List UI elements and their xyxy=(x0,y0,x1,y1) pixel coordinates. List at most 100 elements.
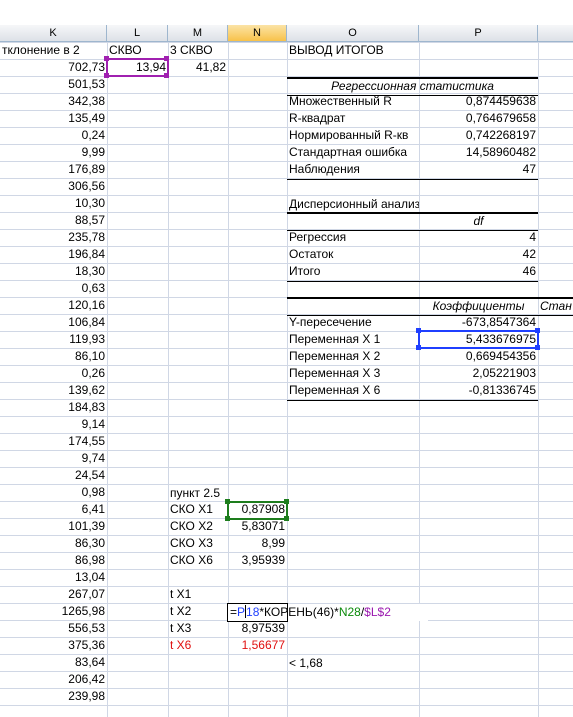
cell-k-value[interactable]: 119,93 xyxy=(0,331,107,348)
t-value[interactable]: 1,56677 xyxy=(228,637,287,654)
range-handle[interactable] xyxy=(104,73,109,78)
cell-k-value[interactable]: 184,83 xyxy=(0,399,107,416)
coef-value[interactable]: -673,8547364 xyxy=(419,314,538,331)
cell-k-value[interactable]: 235,78 xyxy=(0,229,107,246)
cell-k-value[interactable]: 101,39 xyxy=(0,518,107,535)
cell-k-value[interactable]: 106,84 xyxy=(0,314,107,331)
cell-k-value[interactable]: 196,84 xyxy=(0,246,107,263)
range-handle[interactable] xyxy=(535,328,540,333)
anova-label[interactable]: Итого xyxy=(287,263,419,280)
cell-k-value[interactable]: 267,07 xyxy=(0,586,107,603)
cell-k-value[interactable]: 9,99 xyxy=(0,144,107,161)
column-header-n[interactable]: N xyxy=(228,25,287,42)
stat-label[interactable]: Наблюдения xyxy=(287,161,419,178)
cell-k-value[interactable]: 306,56 xyxy=(0,178,107,195)
cell-k-value[interactable]: 88,57 xyxy=(0,212,107,229)
sko-value[interactable]: 5,83071 xyxy=(228,518,287,535)
coef-label[interactable]: Переменная X 1 xyxy=(287,331,419,348)
stat-label[interactable]: R-квадрат xyxy=(287,110,419,127)
range-handle[interactable] xyxy=(164,73,169,78)
t-label[interactable]: t X6 xyxy=(168,637,228,654)
stat-value[interactable]: 47 xyxy=(419,161,538,178)
stat-value[interactable]: 0,742268197 xyxy=(419,127,538,144)
cell-k-value[interactable]: 139,62 xyxy=(0,382,107,399)
stat-value[interactable]: 0,874459638 xyxy=(419,93,538,110)
column-header-k[interactable]: K xyxy=(0,25,107,42)
coef-value[interactable]: 0,669454356 xyxy=(419,348,538,365)
cell-k-value[interactable]: 86,10 xyxy=(0,348,107,365)
cell-m-3skvo-value[interactable]: 41,82 xyxy=(168,59,228,76)
cell-k-value[interactable]: 9,74 xyxy=(0,450,107,467)
cell-k-value[interactable]: 174,55 xyxy=(0,433,107,450)
cell-k-value[interactable]: 83,64 xyxy=(0,654,107,671)
cell-k-value[interactable]: 1265,98 xyxy=(0,603,107,620)
range-handle[interactable] xyxy=(225,516,230,521)
sko-label[interactable]: СКО X6 xyxy=(168,552,228,569)
stat-value[interactable]: 0,764679658 xyxy=(419,110,538,127)
cell-k-value[interactable]: 556,53 xyxy=(0,620,107,637)
anova-value[interactable]: 46 xyxy=(419,263,538,280)
range-handle[interactable] xyxy=(416,345,421,350)
range-handle[interactable] xyxy=(104,56,109,61)
range-handle[interactable] xyxy=(164,56,169,61)
cell-l-header[interactable]: СКВО xyxy=(107,42,168,59)
cell-k-header[interactable]: тклонение в 2 xyxy=(0,42,107,59)
cell-k-value[interactable]: 239,98 xyxy=(0,688,107,705)
cell-o-summary-title[interactable]: ВЫВОД ИТОГОВ xyxy=(287,42,419,59)
coef-label[interactable]: Y-пересечение xyxy=(287,314,419,331)
cell-k-value[interactable]: 86,30 xyxy=(0,535,107,552)
cell-k-value[interactable]: 702,73 xyxy=(0,59,107,76)
coef-label[interactable]: Переменная X 2 xyxy=(287,348,419,365)
range-handle[interactable] xyxy=(535,345,540,350)
cell-k-value[interactable]: 342,38 xyxy=(0,93,107,110)
stat-label[interactable]: Стандартная ошибка xyxy=(287,144,419,161)
cell-k-value[interactable]: 0,26 xyxy=(0,365,107,382)
column-header-q[interactable] xyxy=(538,25,573,42)
range-handle[interactable] xyxy=(416,328,421,333)
coef-header[interactable]: Коэффициенты xyxy=(419,298,538,315)
t-label[interactable]: t X3 xyxy=(168,620,228,637)
sko-label[interactable]: СКО X3 xyxy=(168,535,228,552)
coef-label[interactable]: Переменная X 6 xyxy=(287,382,419,399)
cell-k-value[interactable]: 6,41 xyxy=(0,501,107,518)
coef-label[interactable]: Переменная X 3 xyxy=(287,365,419,382)
stat-value[interactable]: 14,58960482 xyxy=(419,144,538,161)
cell-k-value[interactable]: 0,24 xyxy=(0,127,107,144)
anova-title[interactable]: Дисперсионный анализ xyxy=(287,196,419,213)
cell-k-value[interactable]: 24,54 xyxy=(0,467,107,484)
column-header-m[interactable]: M xyxy=(168,25,228,42)
range-handle[interactable] xyxy=(225,499,230,504)
column-header-l[interactable]: L xyxy=(107,25,168,42)
cell-k-value[interactable]: 13,04 xyxy=(0,569,107,586)
cell-m-header[interactable]: 3 СКВО xyxy=(168,42,228,59)
cell-k-value[interactable]: 120,16 xyxy=(0,297,107,314)
cell-k-value[interactable]: 135,49 xyxy=(0,110,107,127)
column-header-o[interactable]: O xyxy=(287,25,419,42)
t-critical-note[interactable]: < 1,68 xyxy=(287,655,367,672)
cell-k-value[interactable]: 86,98 xyxy=(0,552,107,569)
anova-value[interactable]: 42 xyxy=(419,246,538,263)
anova-label[interactable]: Остаток xyxy=(287,246,419,263)
cell-k-value[interactable]: 10,30 xyxy=(0,195,107,212)
t-label[interactable]: t X1 xyxy=(168,586,228,603)
t-label[interactable]: t X2 xyxy=(168,603,228,620)
sko-label[interactable]: СКО X2 xyxy=(168,518,228,535)
cell-k-value[interactable]: 18,30 xyxy=(0,263,107,280)
sko-value[interactable]: 3,95939 xyxy=(228,552,287,569)
sko-label[interactable]: СКО X1 xyxy=(168,501,228,518)
sko-value[interactable]: 8,99 xyxy=(228,535,287,552)
stat-label[interactable]: Множественный R xyxy=(287,93,419,110)
column-header-p[interactable]: P xyxy=(419,25,538,42)
cell-k-value[interactable]: 206,42 xyxy=(0,671,107,688)
anova-value[interactable]: 4 xyxy=(419,229,538,246)
punkt-title[interactable]: пункт 2.5 xyxy=(168,485,248,502)
range-handle[interactable] xyxy=(284,516,289,521)
stat-label[interactable]: Нормированный R-кв xyxy=(287,127,419,144)
coef-value[interactable]: -0,81336745 xyxy=(419,382,538,399)
t-value[interactable]: 8,97539 xyxy=(228,620,287,637)
cell-k-value[interactable]: 501,53 xyxy=(0,76,107,93)
cell-k-value[interactable]: 375,36 xyxy=(0,637,107,654)
cell-k-value[interactable]: 176,89 xyxy=(0,161,107,178)
cell-k-value[interactable]: 9,14 xyxy=(0,416,107,433)
cell-k-value[interactable]: 0,63 xyxy=(0,280,107,297)
